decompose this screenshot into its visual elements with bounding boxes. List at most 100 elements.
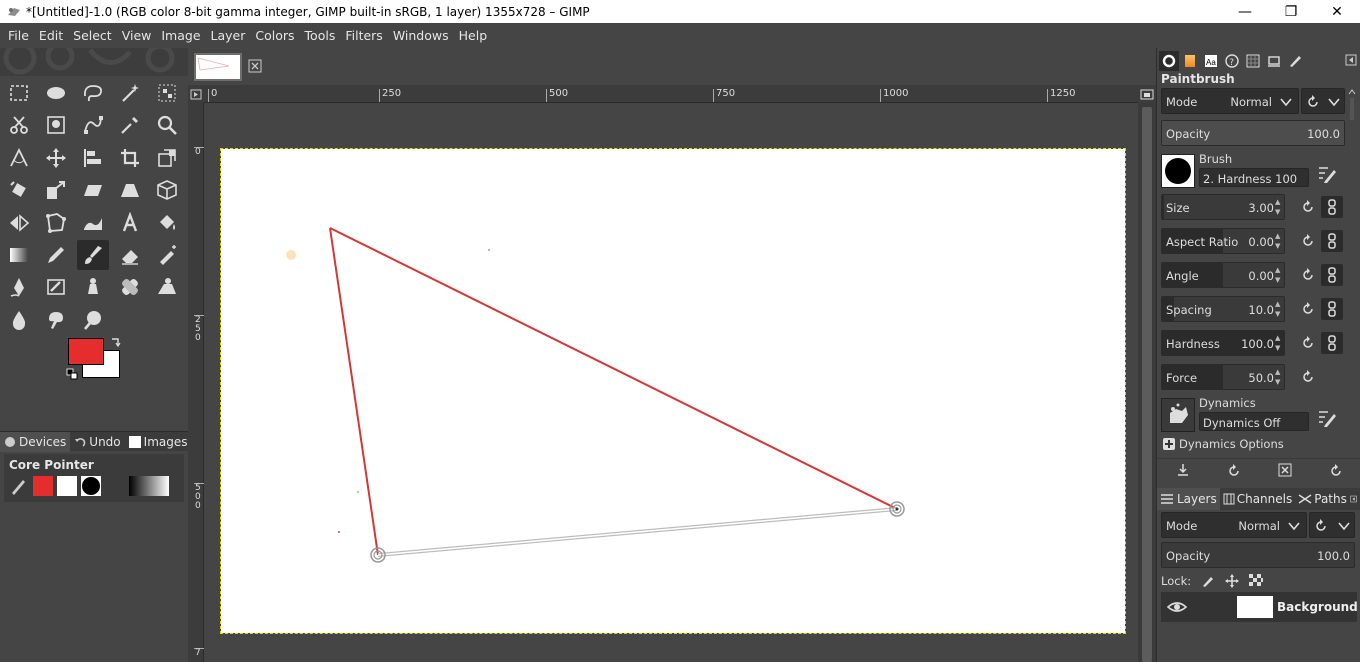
tool-button-flip[interactable] [3, 208, 35, 238]
layer-mode-select[interactable]: Mode Normal [1161, 512, 1307, 538]
navigate-button[interactable] [1138, 85, 1156, 103]
delete-preset-icon[interactable] [1278, 463, 1292, 477]
tool-button-pencil[interactable] [40, 240, 72, 270]
tool-button-cage-transform[interactable] [40, 208, 72, 238]
tool-button-eraser[interactable] [114, 240, 146, 270]
tool-button-scissors-select[interactable] [3, 110, 35, 140]
device-tool-icon[interactable] [9, 476, 29, 496]
lock-alpha-icon[interactable] [1249, 574, 1264, 588]
tool-button-blur[interactable] [3, 305, 35, 335]
tool-button-blend[interactable] [3, 240, 35, 270]
horizontal-ruler[interactable]: 0 250 500 750 1000 1250 [204, 85, 1138, 103]
tool-button-zoom[interactable] [151, 110, 183, 140]
aspect-ratio-spin-arrows[interactable]: ▲ ▼ [1275, 231, 1283, 251]
spacing-spin-arrows[interactable]: ▲ ▼ [1275, 299, 1283, 319]
reset-options-icon[interactable] [1329, 463, 1343, 477]
tool-button-shear[interactable] [77, 175, 109, 205]
tool-button-color-picker[interactable] [114, 110, 146, 140]
tool-button-mypaint-brush[interactable] [40, 272, 72, 302]
canvas-background[interactable] [204, 103, 1138, 662]
size-spin-arrows[interactable]: ▲ ▼ [1275, 197, 1283, 217]
tool-button-select-by-color[interactable] [151, 78, 183, 108]
force-slider[interactable]: Force 50.0 ▲ ▼ [1161, 364, 1285, 390]
quick-mask-toggle[interactable] [188, 85, 204, 103]
menu-help[interactable]: Help [455, 28, 492, 43]
brush-preview[interactable] [1161, 154, 1195, 188]
tool-button-perspective-clone[interactable] [151, 272, 183, 302]
aspect-ratio-reset-button[interactable] [1297, 230, 1319, 252]
spacing-link-button[interactable] [1321, 298, 1343, 320]
tool-button-warp-transform[interactable] [77, 208, 109, 238]
device-gradient-icon[interactable] [129, 476, 169, 496]
size-link-button[interactable] [1321, 196, 1343, 218]
dynamics-preview[interactable] [1161, 398, 1195, 432]
lock-position-icon[interactable] [1225, 574, 1240, 588]
layer-mode-reset-select[interactable] [1309, 512, 1355, 538]
tool-button-text[interactable] [114, 208, 146, 238]
device-fg-color[interactable] [33, 476, 53, 496]
force-spin-arrows[interactable]: ▲ ▼ [1275, 367, 1283, 387]
menu-edit[interactable]: Edit [35, 28, 67, 43]
paint-mode-select[interactable]: Mode Normal [1161, 88, 1299, 114]
dock-tab-gradient[interactable] [1180, 51, 1200, 71]
tool-button-crop[interactable] [114, 143, 146, 173]
menu-image[interactable]: Image [157, 28, 204, 43]
dock-tab-tool-options[interactable] [1159, 51, 1179, 71]
brush-select[interactable]: 2. Hardness 100 [1199, 168, 1309, 187]
tool-button-heal[interactable] [114, 272, 146, 302]
menu-windows[interactable]: Windows [389, 28, 453, 43]
tool-button-measure[interactable] [3, 143, 35, 173]
hardness-slider[interactable]: Hardness 100.0 ▲ ▼ [1161, 330, 1285, 356]
fg-bg-colors[interactable] [66, 336, 126, 382]
angle-reset-button[interactable] [1297, 264, 1319, 286]
minimize-button[interactable]: — [1222, 0, 1268, 23]
layers-dock-menu-icon[interactable] [1350, 493, 1357, 505]
tool-button-smudge[interactable] [40, 305, 72, 335]
tab-layers[interactable]: Layers [1157, 488, 1220, 510]
opacity-slider[interactable]: Opacity 100.0 [1161, 120, 1345, 146]
restore-preset-icon[interactable] [1227, 463, 1241, 477]
menu-filters[interactable]: Filters [341, 28, 386, 43]
layer-thumbnail[interactable] [1237, 596, 1273, 618]
lock-pixels-icon[interactable] [1201, 574, 1215, 588]
tool-button-foreground-select[interactable] [40, 110, 72, 140]
device-brush-icon[interactable] [81, 476, 101, 496]
image-tab-thumbnail[interactable] [194, 53, 242, 81]
tool-button-align[interactable] [77, 143, 109, 173]
tool-button-clone[interactable] [77, 272, 109, 302]
menu-tools[interactable]: Tools [301, 28, 340, 43]
menu-select[interactable]: Select [69, 28, 116, 43]
menu-layer[interactable]: Layer [207, 28, 250, 43]
default-colors-icon[interactable] [66, 368, 78, 380]
angle-link-button[interactable] [1321, 264, 1343, 286]
close-image-tab-button[interactable] [248, 59, 262, 73]
tool-button-paintbrush[interactable] [77, 240, 109, 270]
foreground-color-swatch[interactable] [68, 338, 104, 365]
dock-tab-help[interactable]: ? [1222, 51, 1242, 71]
tool-button-rect-select[interactable] [3, 78, 35, 108]
edit-brush-icon[interactable] [1317, 164, 1337, 184]
close-window-button[interactable]: ✕ [1314, 0, 1360, 23]
save-preset-icon[interactable] [1176, 463, 1190, 477]
hardness-spin-arrows[interactable]: ▲ ▼ [1275, 333, 1283, 353]
hardness-link-button[interactable] [1321, 332, 1343, 354]
device-bg-color[interactable] [57, 476, 77, 496]
tool-button-ink[interactable] [3, 272, 35, 302]
tool-button-unified-transform[interactable] [151, 143, 183, 173]
tool-button-rotate[interactable] [3, 175, 35, 205]
tab-paths[interactable]: Paths [1295, 488, 1350, 510]
spacing-slider[interactable]: Spacing 10.0 ▲ ▼ [1161, 296, 1285, 322]
tool-button-bucket-fill[interactable] [151, 208, 183, 238]
tool-button-ellipse-select[interactable] [40, 78, 72, 108]
angle-slider[interactable]: Angle 0.00 ▲ ▼ [1161, 262, 1285, 288]
image-canvas[interactable] [220, 148, 1126, 634]
tool-options-menu-button[interactable] [1345, 54, 1357, 69]
size-slider[interactable]: Size 3.00 ▲ ▼ [1161, 194, 1285, 220]
tool-button-fuzzy-select[interactable] [114, 78, 146, 108]
angle-spin-arrows[interactable]: ▲ ▼ [1275, 265, 1283, 285]
dynamics-options-expander[interactable]: Dynamics Options [1163, 437, 1284, 451]
menu-colors[interactable]: Colors [251, 28, 298, 43]
tab-undo[interactable]: Undo [70, 432, 124, 452]
maximize-button[interactable]: ❐ [1268, 0, 1314, 23]
dynamics-select[interactable]: Dynamics Off [1199, 412, 1309, 431]
